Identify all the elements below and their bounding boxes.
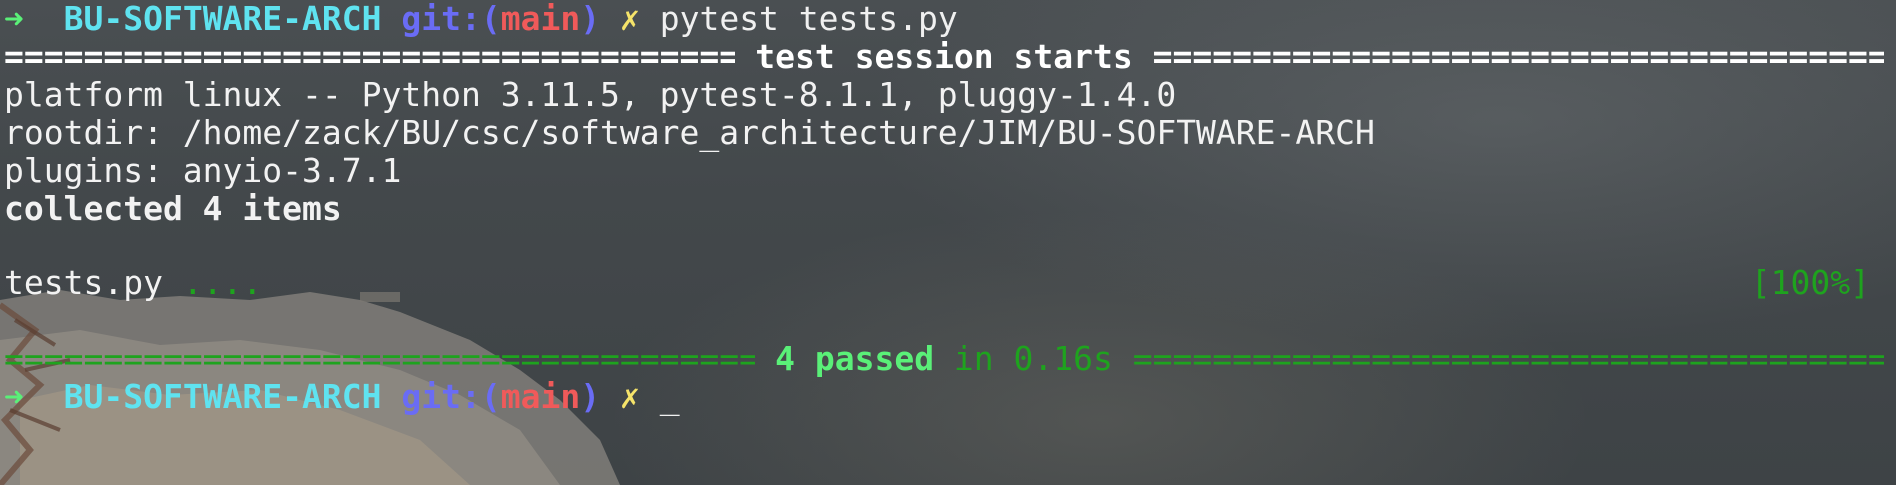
git-branch: main — [500, 377, 581, 416]
git-label: git:( — [401, 0, 501, 38]
test-pass-dots: .... — [162, 263, 263, 302]
platform-line: platform linux -- Python 3.11.5, pytest-… — [4, 75, 1177, 114]
git-label-close: ) — [580, 0, 601, 38]
test-result-line: tests.py .... — [4, 264, 262, 302]
terminal-output: ➜ BU-SOFTWARE-ARCH git:(main) ✗ pytest t… — [0, 0, 1896, 485]
command-text: pytest tests.py — [659, 0, 958, 38]
git-label-close: ) — [580, 377, 601, 416]
progress-percent: [100%] — [1750, 263, 1870, 302]
elapsed-time: in 0.16s — [934, 340, 1133, 378]
summary-rule-left: ======================================== — [4, 340, 756, 378]
session-header: ======================================= … — [4, 38, 1884, 76]
git-label: git:( — [401, 377, 501, 416]
prompt-arrow-icon: ➜ — [4, 377, 24, 416]
prompt-directory: BU-SOFTWARE-ARCH — [63, 377, 382, 416]
summary-rule-right: ========================================… — [1132, 340, 1884, 378]
prompt-directory: BU-SOFTWARE-ARCH — [63, 0, 382, 38]
plugins-line: plugins: anyio-3.7.1 — [4, 151, 402, 190]
header-rule-left: ======================================= — [4, 38, 736, 76]
passed-count: 4 passed — [755, 340, 935, 378]
header-rule-right: ========================================… — [1152, 38, 1884, 76]
test-file-name: tests.py — [4, 263, 163, 302]
session-title: test session starts — [735, 38, 1153, 76]
summary-line: ========================================… — [4, 340, 1884, 378]
git-branch: main — [500, 0, 581, 38]
text-cursor[interactable]: _ — [660, 377, 680, 416]
dirty-marker-icon: ✗ — [619, 0, 640, 38]
prompt-line-2[interactable]: ➜ BU-SOFTWARE-ARCH git:(main) ✗ _ — [4, 378, 680, 416]
collected-line: collected 4 items — [4, 189, 342, 228]
prompt-arrow-icon: ➜ — [4, 0, 24, 38]
prompt-line-1: ➜ BU-SOFTWARE-ARCH git:(main) ✗ pytest t… — [4, 0, 958, 38]
rootdir-line: rootdir: /home/zack/BU/csc/software_arch… — [4, 113, 1375, 152]
dirty-marker-icon: ✗ — [619, 377, 640, 416]
